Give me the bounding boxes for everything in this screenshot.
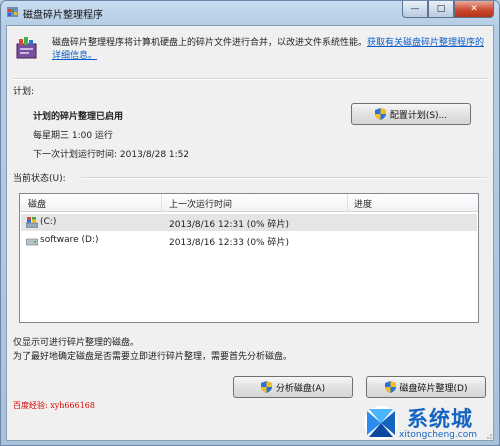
configure-schedule-label: 配置计划(S)... — [389, 110, 448, 121]
uac-shield-icon — [260, 381, 272, 393]
title-bar[interactable]: 磁盘碎片整理程序 — □ ✕ — [1, 1, 499, 23]
drive-icon — [26, 238, 38, 246]
disk-row-c[interactable]: (C:) 2013/8/16 12:31 (0% 碎片) — [21, 214, 477, 231]
column-header-progress[interactable]: 进度 — [354, 197, 372, 210]
column-divider[interactable] — [161, 194, 162, 212]
schedule-next-run: 下一次计划运行时间: 2013/8/28 1:52 — [33, 150, 190, 160]
schedule-run-time: 每星期三 1:00 运行 — [33, 131, 113, 141]
defrag-disk-icon — [16, 37, 37, 59]
note-line-2: 为了最好地确定磁盘是否需要立即进行碎片整理，需要首先分析磁盘。 — [13, 352, 293, 362]
uac-shield-icon — [384, 381, 396, 393]
analyze-disk-button[interactable]: 分析磁盘(A) — [233, 376, 353, 398]
defrag-app-icon — [7, 7, 18, 17]
disk-list[interactable]: 磁盘 上一次运行时间 进度 (C:) 2013/8/16 12:31 (0% 碎… — [19, 193, 479, 323]
disk-last-run: 2013/8/16 12:33 (0% 碎片) — [169, 238, 289, 248]
current-status-label: 当前状态(U): — [13, 174, 66, 184]
divider — [13, 78, 487, 80]
schedule-status: 计划的碎片整理已启用 — [33, 112, 124, 122]
disk-row-d[interactable]: software (D:) 2013/8/16 12:33 (0% 碎片) — [21, 232, 477, 249]
intro-description: 磁盘碎片整理程序将计算机硬盘上的碎片文件进行合并，以改进文件系统性能。 — [52, 38, 368, 48]
column-divider[interactable] — [347, 194, 348, 212]
defragment-disk-label: 磁盘碎片整理(D) — [399, 383, 468, 394]
window-content: 磁盘碎片整理程序将计算机硬盘上的碎片文件进行合并，以改进文件系统性能。获取有关磁… — [6, 25, 494, 441]
disk-last-run: 2013/8/16 12:31 (0% 碎片) — [169, 220, 289, 230]
defragment-disk-button[interactable]: 磁盘碎片整理(D) — [366, 376, 486, 398]
close-button[interactable]: ✕ — [454, 1, 494, 18]
window-controls: — □ ✕ — [402, 1, 494, 19]
disk-list-header: 磁盘 上一次运行时间 进度 — [20, 194, 478, 212]
column-header-disk[interactable]: 磁盘 — [28, 197, 46, 210]
uac-shield-icon — [374, 108, 386, 120]
disk-name: (C:) — [40, 217, 57, 227]
intro-text: 磁盘碎片整理程序将计算机硬盘上的碎片文件进行合并，以改进文件系统性能。获取有关磁… — [52, 37, 492, 63]
configure-schedule-button[interactable]: 配置计划(S)... — [351, 103, 471, 125]
brand-name: 系统城 — [407, 407, 473, 431]
system-drive-icon — [26, 217, 38, 228]
window-title: 磁盘碎片整理程序 — [23, 10, 103, 21]
column-header-last-run[interactable]: 上一次运行时间 — [169, 197, 232, 210]
schedule-section-label: 计划: — [13, 87, 35, 97]
analyze-disk-label: 分析磁盘(A) — [275, 383, 326, 394]
maximize-button[interactable]: □ — [428, 1, 454, 18]
baidu-watermark: 百度经验: xyh666168 — [13, 401, 95, 410]
divider — [81, 177, 487, 179]
xitongcheng-logo: 系统城 xitongcheng.com — [357, 403, 497, 443]
brand-url: xitongcheng.com — [399, 430, 477, 440]
disk-name: software (D:) — [40, 235, 99, 245]
defrag-window: 磁盘碎片整理程序 — □ ✕ 磁盘碎片整理程序将计算机硬盘上的碎片文件进行合并，… — [0, 0, 500, 446]
minimize-button[interactable]: — — [402, 1, 428, 18]
note-line-1: 仅显示可进行碎片整理的磁盘。 — [13, 338, 140, 348]
